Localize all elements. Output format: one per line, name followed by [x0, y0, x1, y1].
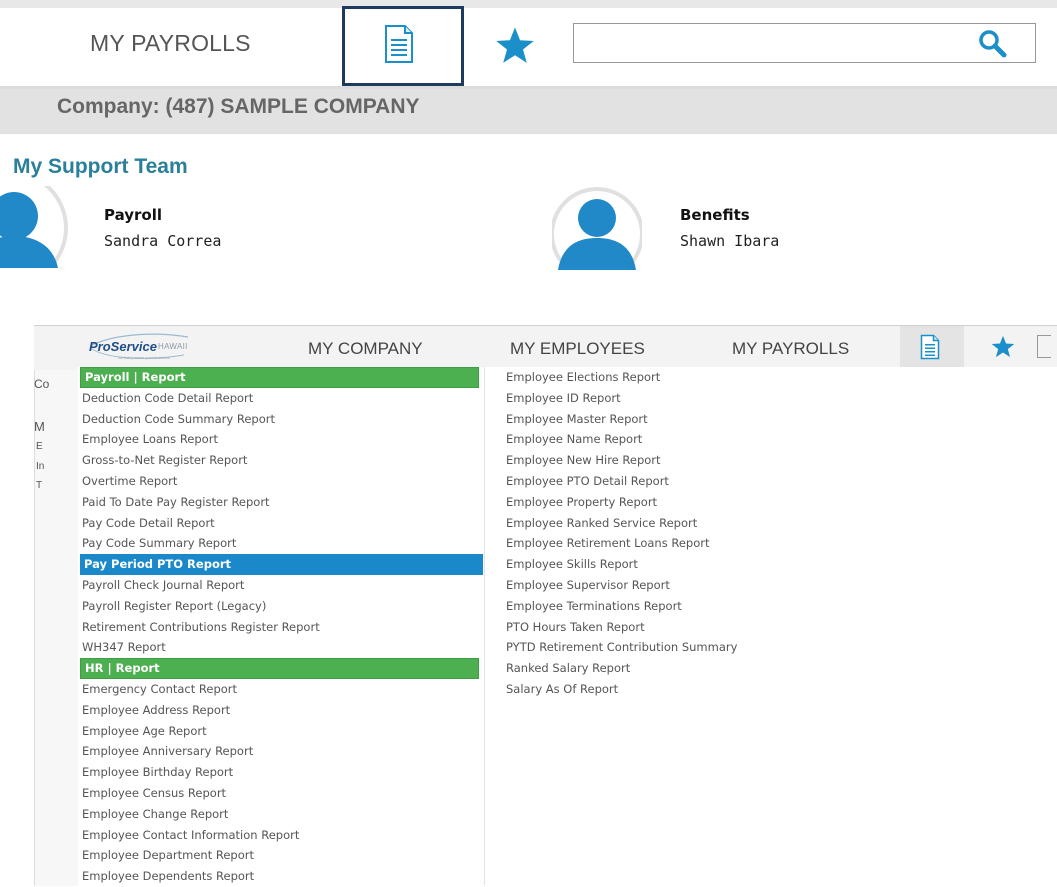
star-icon[interactable]	[494, 26, 536, 71]
text-fragment: T	[36, 480, 43, 491]
report-item-payroll-check-journal-report[interactable]: Payroll Check Journal Report	[82, 575, 482, 596]
report-item-ranked-salary-report[interactable]: Ranked Salary Report	[506, 658, 866, 679]
text-fragment: In	[36, 461, 45, 472]
report-item-employee-census-report[interactable]: Employee Census Report	[82, 783, 482, 804]
nav-my-payrolls[interactable]: MY PAYROLLS	[732, 339, 849, 359]
report-item-employee-anniversary-report[interactable]: Employee Anniversary Report	[82, 741, 482, 762]
team-member-payroll[interactable]: Sandra Correa	[104, 232, 221, 250]
report-item-employee-terminations-report[interactable]: Employee Terminations Report	[506, 596, 866, 617]
report-item-employee-master-report[interactable]: Employee Master Report	[506, 409, 866, 430]
avatar	[552, 184, 642, 270]
report-item-employee-name-report[interactable]: Employee Name Report	[506, 429, 866, 450]
text-fragment: Co	[34, 377, 50, 391]
report-item-employee-retirement-loans-report[interactable]: Employee Retirement Loans Report	[506, 533, 866, 554]
report-item-payroll-register-report-legacy[interactable]: Payroll Register Report (Legacy)	[82, 596, 482, 617]
report-item-employee-ranked-service-report[interactable]: Employee Ranked Service Report	[506, 513, 866, 534]
report-item-gross-to-net-register-report[interactable]: Gross-to-Net Register Report	[82, 450, 482, 471]
report-item-employee-skills-report[interactable]: Employee Skills Report	[506, 554, 866, 575]
report-item-employee-contact-information-report[interactable]: Employee Contact Information Report	[82, 825, 482, 846]
report-item-employee-dependents-report[interactable]: Employee Dependents Report	[82, 866, 482, 887]
text-fragment: M	[34, 419, 45, 434]
report-item-overtime-report[interactable]: Overtime Report	[82, 471, 482, 492]
support-team-title: My Support Team	[13, 155, 188, 178]
report-item-pytd-retirement-contribution-summary[interactable]: PYTD Retirement Contribution Summary	[506, 637, 866, 658]
report-item-employee-change-report[interactable]: Employee Change Report	[82, 804, 482, 825]
nav-my-employees[interactable]: MY EMPLOYEES	[510, 339, 645, 359]
document-icon[interactable]	[920, 334, 940, 365]
report-item-employee-loans-report[interactable]: Employee Loans Report	[82, 429, 482, 450]
document-icon[interactable]	[384, 24, 414, 69]
team-role-benefits: Benefits	[680, 206, 750, 224]
report-item-deduction-code-detail-report[interactable]: Deduction Code Detail Report	[82, 388, 482, 409]
team-member-benefits[interactable]: Shawn Ibara	[680, 232, 779, 250]
report-item-employee-supervisor-report[interactable]: Employee Supervisor Report	[506, 575, 866, 596]
nav-my-payrolls[interactable]: MY PAYROLLS	[90, 30, 251, 57]
report-item-paid-to-date-pay-register-report[interactable]: Paid To Date Pay Register Report	[82, 492, 482, 513]
logo-tagline: All that powers your business	[118, 355, 171, 360]
report-item-retirement-contributions-register-report[interactable]: Retirement Contributions Register Report	[82, 617, 482, 638]
report-item-pto-hours-taken-report[interactable]: PTO Hours Taken Report	[506, 617, 866, 638]
report-item-salary-as-of-report[interactable]: Salary As Of Report	[506, 679, 866, 700]
report-category-header: Payroll | Report	[80, 367, 479, 388]
column-divider	[484, 367, 485, 886]
avatar	[0, 186, 72, 268]
report-item-employee-id-report[interactable]: Employee ID Report	[506, 388, 866, 409]
report-item-employee-elections-report[interactable]: Employee Elections Report	[506, 367, 866, 388]
company-name: Company: (487) SAMPLE COMPANY	[57, 95, 420, 118]
report-item-deduction-code-summary-report[interactable]: Deduction Code Summary Report	[82, 409, 482, 430]
report-item-pay-period-pto-report[interactable]: Pay Period PTO Report	[80, 554, 483, 575]
logo-text: ProService	[89, 339, 157, 354]
report-item-employee-address-report[interactable]: Employee Address Report	[82, 700, 482, 721]
report-item-employee-property-report[interactable]: Employee Property Report	[506, 492, 866, 513]
search-input[interactable]	[573, 23, 1036, 63]
text-fragment: E	[36, 441, 43, 452]
report-item-pay-code-summary-report[interactable]: Pay Code Summary Report	[82, 533, 482, 554]
logo-sub: HAWAII	[158, 342, 188, 351]
report-item-wh347-report[interactable]: WH347 Report	[82, 637, 482, 658]
top-strip	[0, 0, 1057, 8]
report-item-employee-age-report[interactable]: Employee Age Report	[82, 721, 482, 742]
star-icon[interactable]	[990, 335, 1016, 364]
reports-column-right: Employee Elections Report Employee ID Rep…	[506, 367, 866, 700]
report-item-employee-new-hire-report[interactable]: Employee New Hire Report	[506, 450, 866, 471]
report-item-employee-pto-detail-report[interactable]: Employee PTO Detail Report	[506, 471, 866, 492]
report-category-header: HR | Report	[80, 658, 479, 679]
report-item-pay-code-detail-report[interactable]: Pay Code Detail Report	[82, 513, 482, 534]
team-role-payroll: Payroll	[104, 206, 163, 224]
report-item-employee-department-report[interactable]: Employee Department Report	[82, 845, 482, 866]
search-icon[interactable]	[977, 28, 1007, 63]
nav-my-company[interactable]: MY COMPANY	[308, 339, 423, 359]
proservice-logo[interactable]: ProService HAWAII All that powers your b…	[88, 331, 228, 365]
search-input[interactable]	[1037, 335, 1051, 358]
report-item-employee-birthday-report[interactable]: Employee Birthday Report	[82, 762, 482, 783]
report-item-emergency-contact-report[interactable]: Emergency Contact Report	[82, 679, 482, 700]
reports-column-left: Payroll | Report Deduction Code Detail Re…	[80, 367, 483, 887]
